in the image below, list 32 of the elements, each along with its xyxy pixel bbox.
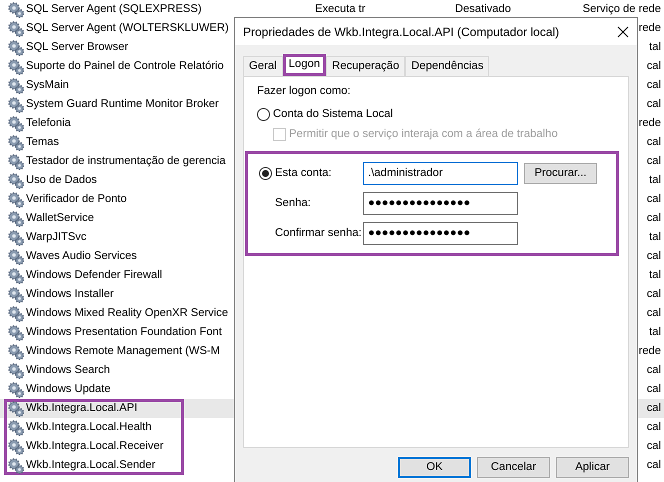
logon-cell-text: cal <box>646 287 662 302</box>
logon-cell-text: cal <box>646 306 662 322</box>
logon-cell-text: cal <box>646 59 662 74</box>
confirm-password-label: Confirmar senha: <box>274 226 363 241</box>
logon-cell-text: rede <box>638 116 662 132</box>
logon-cell-text: cal <box>646 382 662 398</box>
logon-cell-text: tal <box>649 40 662 56</box>
logon-cell-text: rede <box>638 344 662 360</box>
logon-cell-text: cal <box>646 401 662 416</box>
password-label: Senha: <box>274 196 312 211</box>
logon-cell-text: cal <box>646 192 662 208</box>
logon-cell-text: cal <box>646 420 662 436</box>
logon-cell-text: tal <box>649 325 662 340</box>
section-label: Fazer logon como: <box>256 84 352 99</box>
logon-cell-text: tal <box>649 230 662 246</box>
logon-cell-text: tal <box>649 268 662 284</box>
logon-cell-text: tal <box>649 173 662 188</box>
startup-cell-text: Desativado <box>455 2 511 18</box>
logon-cell-text: cal <box>646 458 662 474</box>
logon-cell-text: Serviço de rede <box>582 2 662 18</box>
logon-cell-text: cal <box>646 78 662 94</box>
status-cell-text: Executa tr <box>315 2 366 18</box>
logon-cell-text: rede <box>638 21 662 36</box>
logon-cell-text: cal <box>646 249 662 264</box>
logon-cell-text: cal <box>646 439 662 454</box>
logon-cell-text: cal <box>646 154 662 170</box>
logon-cell-text: cal <box>646 211 662 226</box>
logon-cell-text: cal <box>646 135 662 150</box>
logon-cell-text: cal <box>646 97 662 112</box>
logon-cell-text: cal <box>646 363 662 378</box>
dialog-title: Propriedades de Wkb.Integra.Local.API (Computador local) <box>243 24 560 40</box>
checkbox-option: Permitir que o serviço interaja com a área de trabalho <box>273 126 628 143</box>
